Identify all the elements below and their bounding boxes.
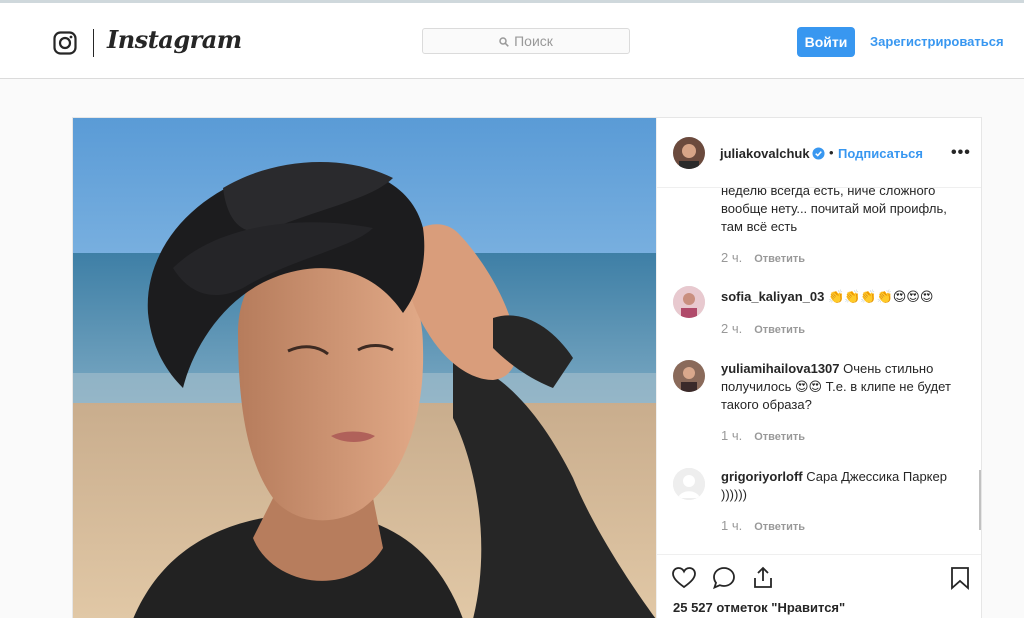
comment-time: 2 ч. xyxy=(721,250,743,265)
search-input[interactable]: Поиск xyxy=(422,28,630,54)
comment-meta: 1 ч. Ответить xyxy=(721,428,805,443)
register-link[interactable]: Зарегистрироваться xyxy=(870,34,1004,49)
post-photo[interactable] xyxy=(73,118,656,618)
search-icon xyxy=(499,37,509,47)
commenter-avatar[interactable] xyxy=(673,286,705,318)
comment-meta: 1 ч. Ответить xyxy=(721,518,805,533)
commenter-username[interactable]: yuliamihailova1307 xyxy=(721,361,840,376)
separator-dot: • xyxy=(829,145,834,160)
post-header: juliakovalchuk • Подписаться ••• xyxy=(657,118,981,188)
comment-meta: 2 ч. Ответить xyxy=(721,250,805,265)
instagram-wordmark[interactable]: Instagram xyxy=(107,25,242,54)
likes-count[interactable]: 25 527 отметок "Нравится" xyxy=(673,600,845,615)
comment-time: 2 ч. xyxy=(721,321,743,336)
reply-button[interactable]: Ответить xyxy=(754,324,805,336)
default-avatar-icon[interactable] xyxy=(673,468,705,500)
commenter-username[interactable]: sofia_kaliyan_03 xyxy=(721,289,824,304)
comment-body: 👏👏👏👏😍😍😍 xyxy=(827,289,934,304)
comment-text: yuliamihailova1307 Очень стильно получил… xyxy=(721,360,961,414)
search-placeholder: Поиск xyxy=(514,33,553,49)
comment-time: 1 ч. xyxy=(721,518,743,533)
post-side-panel: juliakovalchuk • Подписаться ••• неделю … xyxy=(656,118,981,618)
reply-button[interactable]: Ответить xyxy=(754,521,805,533)
share-icon[interactable] xyxy=(750,565,776,591)
logo-divider xyxy=(93,29,94,57)
comment-icon[interactable] xyxy=(711,565,737,591)
comment-text: неделю всегда есть, ниче сложного вообще… xyxy=(721,188,947,234)
comments-list[interactable]: неделю всегда есть, ниче сложного вообще… xyxy=(657,188,981,554)
heart-icon[interactable] xyxy=(671,565,697,591)
reply-button[interactable]: Ответить xyxy=(754,253,805,265)
more-options-icon[interactable]: ••• xyxy=(951,144,971,162)
top-navigation-bar: Instagram Поиск Войти Зарегистрироваться xyxy=(0,3,1024,79)
commenter-avatar[interactable] xyxy=(673,360,705,392)
post-card: juliakovalchuk • Подписаться ••• неделю … xyxy=(72,117,982,618)
post-actions: 25 527 отметок "Нравится" xyxy=(657,554,981,618)
author-avatar[interactable] xyxy=(673,137,705,169)
commenter-username[interactable]: grigoriyorloff xyxy=(721,469,803,484)
comment-text: grigoriyorloff Сара Джессика Паркер ))))… xyxy=(721,468,961,504)
follow-button[interactable]: Подписаться xyxy=(838,146,923,161)
instagram-camera-icon[interactable] xyxy=(53,31,77,55)
verified-badge-icon xyxy=(812,147,825,160)
bookmark-icon[interactable] xyxy=(947,565,973,591)
author-username[interactable]: juliakovalchuk xyxy=(720,146,810,161)
comment-time: 1 ч. xyxy=(721,428,743,443)
comment-text: sofia_kaliyan_03 👏👏👏👏😍😍😍 xyxy=(721,288,961,306)
comment-meta: 2 ч. Ответить xyxy=(721,321,805,336)
reply-button[interactable]: Ответить xyxy=(754,431,805,443)
login-button[interactable]: Войти xyxy=(797,27,855,57)
comments-scrollbar-thumb[interactable] xyxy=(979,470,981,530)
